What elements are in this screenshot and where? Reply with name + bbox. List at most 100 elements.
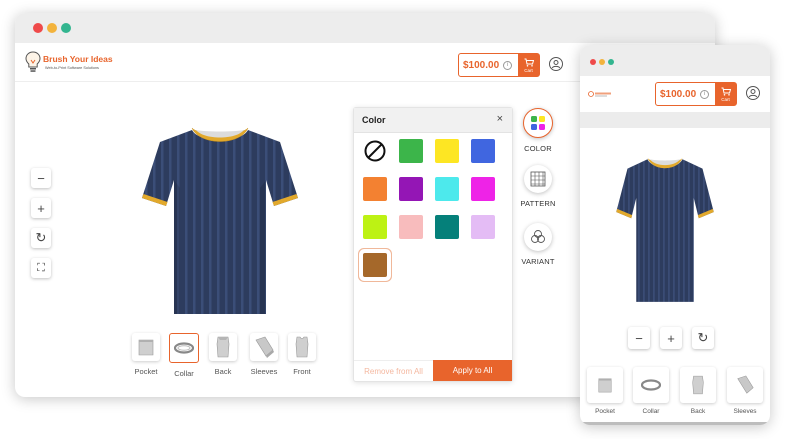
front-icon — [288, 333, 316, 361]
cart-icon — [524, 58, 534, 67]
color-swatch[interactable] — [363, 215, 387, 239]
mobile-toolbar-strip — [580, 112, 770, 128]
part-collar[interactable]: Collar — [632, 367, 670, 415]
collar-icon — [169, 333, 199, 363]
tool-pattern[interactable]: PATTERN — [513, 165, 563, 208]
cart-button[interactable]: Cart — [518, 54, 539, 76]
minus-icon: − — [37, 170, 45, 186]
tool-label: VARIANT — [521, 257, 555, 266]
mobile-bottom-bar — [580, 422, 770, 425]
part-front[interactable]: Front — [285, 333, 319, 376]
brand-name: Brush Your Ideas — [43, 54, 113, 64]
lightbulb-icon — [25, 51, 41, 72]
swatch-none[interactable] — [363, 139, 387, 163]
cart-label: Cart — [721, 96, 730, 102]
color-swatch[interactable] — [471, 139, 495, 163]
part-label: Back — [214, 367, 232, 376]
part-label: Collar — [174, 369, 194, 378]
close-dot[interactable] — [590, 59, 596, 65]
back-icon — [209, 333, 237, 361]
info-icon[interactable]: i — [503, 60, 513, 70]
color-swatch[interactable] — [435, 177, 459, 201]
cart-widget[interactable]: $100.00 i Cart — [458, 53, 540, 77]
color-swatch[interactable] — [399, 139, 423, 163]
cart-label: Cart — [524, 67, 533, 73]
fullscreen-button[interactable]: ⛶ — [31, 258, 51, 278]
rotate-button[interactable]: ↻ — [692, 327, 714, 349]
color-palette-icon — [523, 108, 553, 138]
color-swatch[interactable] — [363, 177, 387, 201]
user-account-icon[interactable] — [549, 57, 563, 71]
color-panel-title: Color — [362, 115, 386, 125]
pocket-icon — [132, 333, 160, 361]
zoom-out-button[interactable]: − — [31, 168, 51, 188]
zoom-in-button[interactable]: + — [660, 327, 682, 349]
part-sleeves[interactable]: Sleeves — [245, 333, 283, 376]
zoom-in-button[interactable]: + — [31, 198, 51, 218]
part-label: Sleeves — [250, 367, 278, 376]
brand-logo[interactable] — [588, 90, 612, 98]
tshirt-preview[interactable] — [140, 118, 300, 318]
color-swatch[interactable] — [363, 253, 387, 277]
info-icon[interactable]: i — [700, 89, 710, 99]
part-collar[interactable]: Collar — [166, 333, 202, 378]
part-back[interactable]: Back — [206, 333, 240, 376]
part-label: Front — [293, 367, 311, 376]
maximize-dot[interactable] — [61, 23, 71, 33]
close-dot[interactable] — [33, 23, 43, 33]
maximize-dot[interactable] — [608, 59, 614, 65]
pattern-icon — [524, 165, 552, 193]
tool-label: PATTERN — [520, 199, 556, 208]
back-icon — [680, 367, 716, 403]
part-pocket[interactable]: Pocket — [129, 333, 163, 376]
minus-icon: − — [635, 330, 643, 346]
mobile-header: $100.00 i Cart — [580, 76, 770, 112]
plus-icon: + — [37, 200, 45, 216]
tool-variant[interactable]: VARIANT — [513, 223, 563, 266]
rotate-button[interactable]: ↻ — [31, 228, 51, 248]
minimize-dot[interactable] — [47, 23, 57, 33]
cart-button[interactable]: Cart — [715, 83, 736, 105]
part-label: Back — [690, 408, 706, 415]
mobile-window: $100.00 i Cart − + ↻ Pocket Collar Back … — [580, 45, 770, 425]
part-pocket[interactable]: Pocket — [586, 367, 624, 415]
apply-to-all-button[interactable]: Apply to All — [433, 360, 512, 381]
cart-icon — [721, 87, 731, 96]
color-swatch[interactable] — [435, 139, 459, 163]
minimize-dot[interactable] — [599, 59, 605, 65]
part-label: Collar — [642, 408, 660, 415]
variant-icon — [524, 223, 552, 251]
tshirt-preview[interactable] — [615, 150, 715, 305]
color-panel-footer: Remove from All Apply to All — [354, 360, 512, 381]
fullscreen-icon: ⛶ — [37, 261, 45, 274]
sleeves-icon — [250, 333, 278, 361]
user-account-icon[interactable] — [746, 86, 760, 100]
color-panel-header: Color × — [354, 108, 512, 133]
part-label: Pocket — [134, 367, 158, 376]
brand-tagline: Web-to-Print Software Solutions — [45, 66, 99, 70]
mobile-titlebar — [580, 45, 770, 76]
brand-logo[interactable]: Brush Your Ideas Web-to-Print Software S… — [25, 50, 135, 74]
tool-color[interactable]: COLOR — [513, 108, 563, 153]
cart-price: $100.00 — [660, 88, 697, 100]
color-panel: Color × Remove from All Apply to All — [353, 107, 513, 382]
tool-label: COLOR — [524, 144, 552, 153]
close-icon[interactable]: × — [497, 113, 503, 125]
color-swatch[interactable] — [435, 215, 459, 239]
color-swatch[interactable] — [471, 177, 495, 201]
plus-icon: + — [667, 330, 675, 346]
color-swatch[interactable] — [399, 215, 423, 239]
no-color-icon — [364, 140, 386, 162]
part-back[interactable]: Back — [679, 367, 717, 415]
sleeves-icon — [727, 367, 763, 403]
part-sleeves[interactable]: Sleeves — [726, 367, 764, 415]
pocket-icon — [587, 367, 623, 403]
cart-widget[interactable]: $100.00 i Cart — [655, 82, 737, 106]
remove-from-all-button[interactable]: Remove from All — [354, 360, 433, 381]
refresh-icon: ↻ — [35, 230, 47, 245]
color-swatch[interactable] — [471, 215, 495, 239]
part-label: Pocket — [595, 408, 615, 415]
color-swatch[interactable] — [399, 177, 423, 201]
zoom-out-button[interactable]: − — [628, 327, 650, 349]
desktop-titlebar — [15, 13, 715, 43]
